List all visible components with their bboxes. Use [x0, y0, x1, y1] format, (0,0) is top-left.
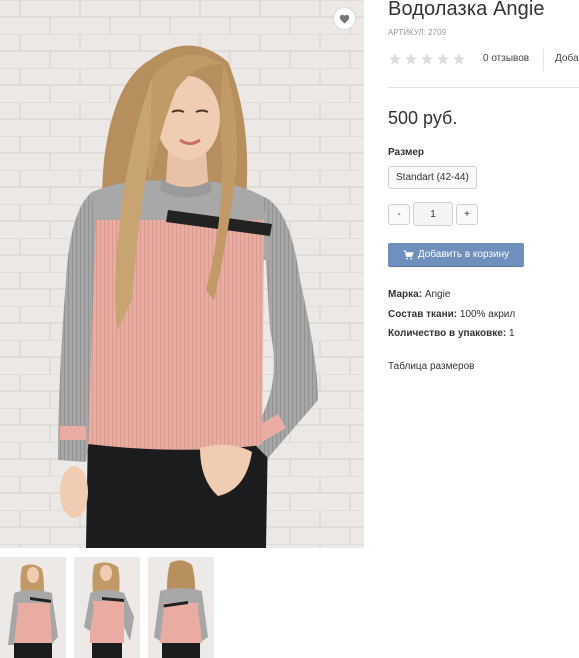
- property-brand: Марка: Angie: [388, 289, 515, 309]
- thumbnail-strip: [0, 557, 230, 658]
- rating-stars[interactable]: [388, 52, 466, 66]
- property-pack-quantity: Количество в упаковке: 1: [388, 328, 515, 348]
- property-key: Количество в упаковке:: [388, 328, 507, 339]
- size-option-standart[interactable]: Standart (42-44): [388, 166, 477, 189]
- product-title: Водолазка Angie: [388, 0, 545, 20]
- main-photo-illustration: [0, 0, 364, 548]
- thumbnail-back-image: [148, 557, 214, 658]
- add-review-link[interactable]: Добавить отзыв: [555, 53, 579, 64]
- divider: [388, 87, 579, 88]
- star-icon[interactable]: [404, 52, 418, 66]
- add-to-cart-label: Добавить в корзину: [417, 249, 510, 260]
- star-icon[interactable]: [388, 52, 402, 66]
- heart-icon: [339, 14, 350, 24]
- quantity-input[interactable]: [413, 202, 453, 226]
- property-key: Марка:: [388, 289, 423, 300]
- favorite-button[interactable]: [334, 8, 355, 29]
- product-price: 500 руб.: [388, 108, 458, 128]
- property-value: Angie: [424, 289, 451, 300]
- product-page: Водолазка Angie АРТИКУЛ: 2709 0 отзывов …: [0, 0, 579, 658]
- product-properties: Марка: Angie Состав ткани: 100% акрил Ко…: [388, 289, 515, 348]
- size-label: Размер: [388, 147, 425, 158]
- sku-value: 2709: [428, 28, 447, 37]
- thumbnail-side[interactable]: [74, 557, 140, 658]
- product-info: Водолазка Angie АРТИКУЛ: 2709 0 отзывов …: [388, 0, 579, 658]
- thumbnail-back[interactable]: [148, 557, 214, 658]
- sku-label: АРТИКУЛ:: [388, 28, 426, 37]
- rating-row: 0 отзывов Добавить отзыв: [388, 49, 579, 71]
- star-icon[interactable]: [436, 52, 450, 66]
- star-icon[interactable]: [420, 52, 434, 66]
- quantity-stepper: - +: [388, 202, 488, 226]
- thumbnail-front-image: [0, 557, 66, 658]
- rating-divider: [543, 49, 544, 71]
- property-value: 1: [508, 328, 515, 339]
- property-key: Состав ткани:: [388, 308, 458, 320]
- main-product-photo[interactable]: [0, 0, 364, 548]
- quantity-decrease-button[interactable]: -: [388, 204, 410, 225]
- star-icon[interactable]: [452, 52, 466, 66]
- property-fabric: Состав ткани: 100% акрил: [388, 309, 515, 329]
- size-table-link[interactable]: Таблица размеров: [388, 361, 474, 372]
- thumbnail-front[interactable]: [0, 557, 66, 658]
- thumbnail-side-image: [74, 557, 140, 658]
- product-sku: АРТИКУЛ: 2709: [388, 28, 446, 37]
- quantity-increase-button[interactable]: +: [456, 204, 478, 225]
- add-to-cart-button[interactable]: Добавить в корзину: [388, 243, 524, 267]
- property-value: 100% акрил: [459, 308, 516, 320]
- cart-icon: [403, 249, 414, 260]
- reviews-link[interactable]: 0 отзывов: [483, 53, 529, 64]
